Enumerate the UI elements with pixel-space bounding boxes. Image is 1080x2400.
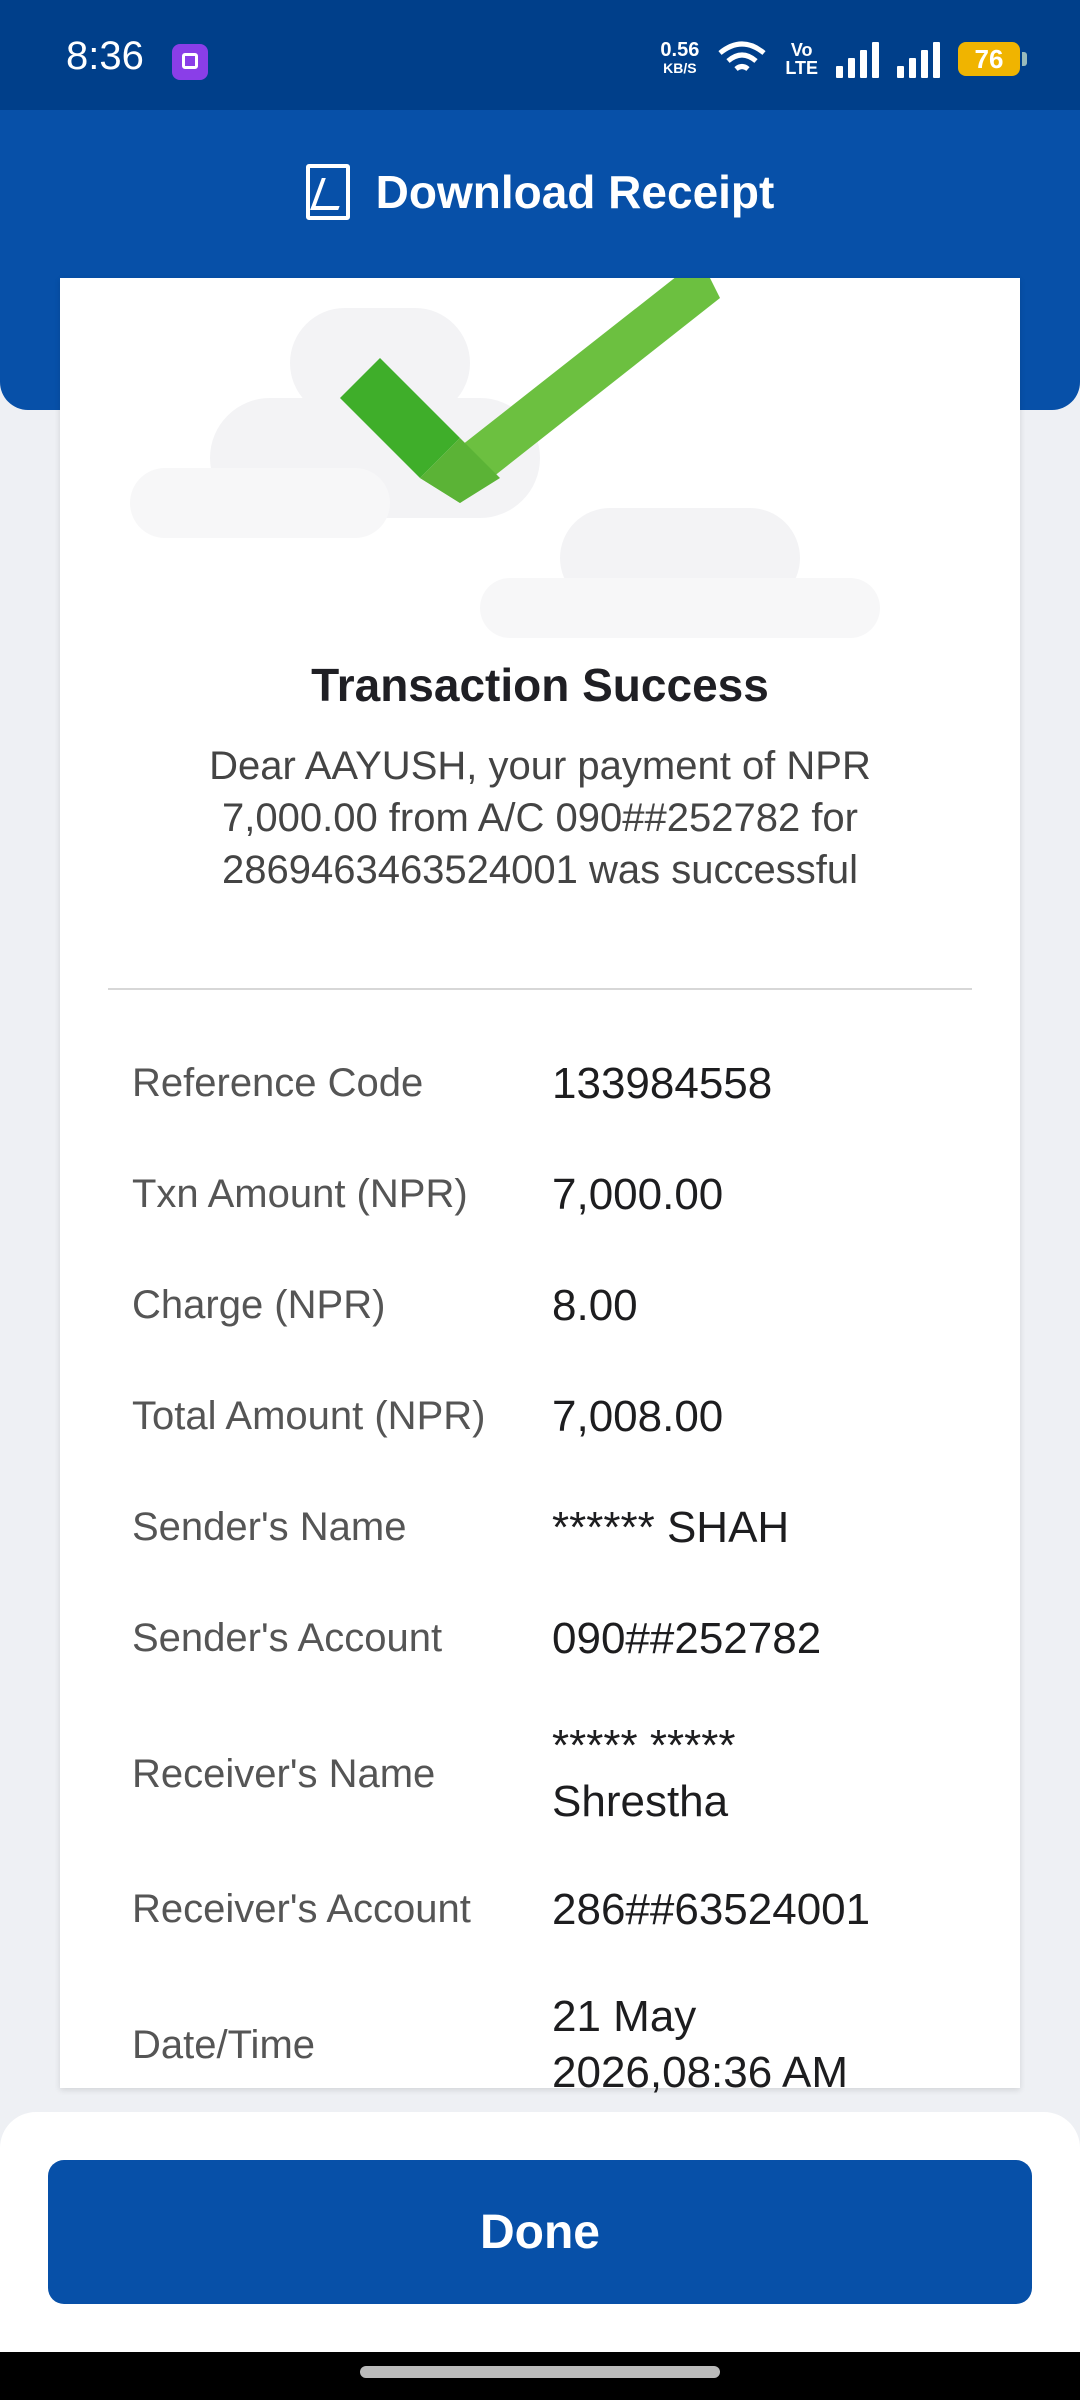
detail-label: Receiver's Name — [132, 1751, 436, 1796]
detail-row-txn-amount: Txn Amount (NPR) 7,000.00 — [132, 1139, 992, 1250]
detail-row-receiver-account: Receiver's Account 286##63524001 — [132, 1854, 992, 1965]
transaction-message: Dear AAYUSH, your payment of NPR 7,000.0… — [209, 744, 871, 892]
checkmark-icon — [340, 278, 720, 503]
transaction-title: Transaction Success — [311, 659, 769, 711]
done-button[interactable]: Done — [48, 2160, 1032, 2304]
detail-label: Sender's Name — [132, 1505, 407, 1549]
detail-value: ****** SHAH — [552, 1502, 790, 1552]
app-notification-icon — [172, 44, 208, 80]
wifi-icon — [718, 41, 766, 72]
detail-row-charge: Charge (NPR) 8.00 — [132, 1250, 992, 1361]
signal-icon-sim2 — [897, 40, 940, 78]
detail-row-receiver-name: Receiver's Name ***** ***** Shrestha — [132, 1694, 992, 1854]
detail-value: 133984558 — [552, 1058, 773, 1108]
detail-value: 7,000.00 — [552, 1169, 724, 1219]
detail-label: Total Amount (NPR) — [132, 1394, 486, 1438]
volte-indicator: Vo LTE — [785, 41, 818, 77]
detail-row-sender-account: Sender's Account 090##252782 — [132, 1583, 992, 1694]
network-speed: 0.56 KB/S — [660, 39, 700, 77]
receipt-card: Transaction Success Dear AAYUSH, your pa… — [60, 278, 1020, 2097]
detail-value: ***** ***** Shrestha — [552, 1721, 736, 1826]
detail-row-total-amount: Total Amount (NPR) 7,008.00 — [132, 1361, 992, 1472]
battery-icon: 76 — [958, 42, 1027, 76]
detail-value: 8.00 — [552, 1280, 638, 1330]
header-title: Download Receipt — [375, 166, 775, 218]
detail-row-sender-name: Sender's Name ****** SHAH — [132, 1472, 992, 1583]
detail-label: Receiver's Account — [132, 1887, 471, 1931]
pdf-icon — [305, 164, 350, 220]
system-nav-bar — [0, 2352, 1080, 2400]
volte-bottom: LTE — [785, 58, 818, 78]
detail-value: 21 May 2026,08:36 AM — [552, 1992, 849, 2097]
detail-label: Date/Time — [132, 2022, 316, 2067]
download-receipt-button[interactable]: Download Receipt — [0, 164, 1080, 220]
detail-label: Sender's Account — [132, 1616, 443, 1660]
status-bar: 8:36 0.56 KB/S Vo LTE 76 — [0, 0, 1080, 110]
home-gesture-handle[interactable] — [360, 2366, 720, 2378]
detail-row-date-time: Date/Time 21 May 2026,08:36 AM — [132, 1965, 992, 2125]
detail-label: Reference Code — [132, 1061, 424, 1105]
detail-value: 090##252782 — [552, 1613, 822, 1663]
bottom-action-sheet: Done — [0, 2112, 1080, 2352]
detail-value: 286##63524001 — [552, 1884, 871, 1934]
network-speed-unit: KB/S — [663, 60, 697, 76]
detail-value: 7,008.00 — [552, 1391, 724, 1441]
detail-row-reference-code: Reference Code 133984558 — [132, 1028, 992, 1139]
detail-label: Charge (NPR) — [132, 1283, 386, 1327]
volte-top: Vo — [790, 40, 813, 60]
signal-icon-sim1 — [836, 40, 879, 78]
details-list: Reference Code 133984558 Txn Amount (NPR… — [132, 1028, 992, 2125]
success-illustration — [60, 278, 1020, 638]
network-speed-value: 0.56 — [660, 39, 700, 61]
detail-label: Txn Amount (NPR) — [132, 1172, 468, 1216]
divider — [108, 988, 972, 990]
status-icons: 0.56 KB/S Vo LTE 76 — [660, 36, 1027, 82]
status-time: 8:36 — [66, 34, 144, 78]
